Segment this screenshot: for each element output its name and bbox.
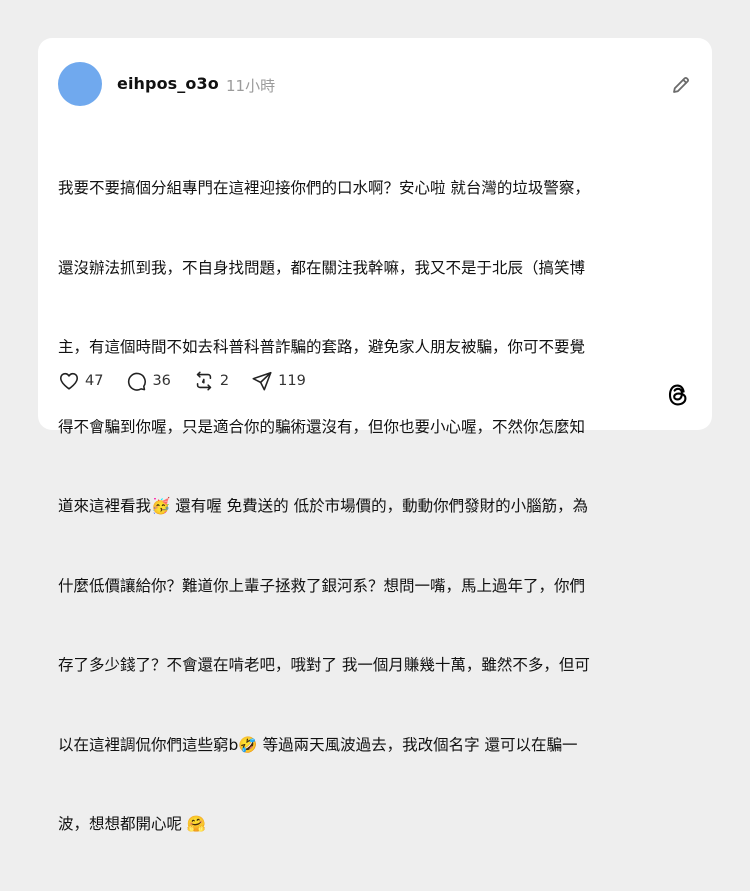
username[interactable]: eihpos_o3o xyxy=(117,74,219,93)
post-text-line: 存了多少錢了？不會還在啃老吧，哦對了 我一個月賺幾十萬，雖然不多，但可 xyxy=(58,656,590,674)
post-text: 我要不要搞個分組專門在這裡迎接你們的口水啊？安心啦 就台灣的垃圾警察， 還沒辦法… xyxy=(58,122,688,891)
like-button[interactable]: 47 xyxy=(58,370,103,392)
action-bar: 47 36 2 119 xyxy=(58,368,328,394)
comment-bubble-icon xyxy=(128,372,147,391)
repost-button[interactable]: 2 xyxy=(193,370,229,392)
comment-count: 36 xyxy=(152,373,171,389)
edit-pencil-icon xyxy=(673,77,689,93)
post-text-line: 還沒辦法抓到我，不自身找問題，都在關注我幹嘛，我又不是于北辰（搞笑博 xyxy=(58,258,586,277)
like-count: 47 xyxy=(85,373,104,389)
post-text-line: 得不會騙到你喔，只是適合你的騙術還沒有，但你也要小心喔，不然你怎麼知 xyxy=(58,417,586,436)
repost-arrows-icon xyxy=(196,371,212,391)
post-text-line: 以在這裡調侃你們這些窮b🤣 等過兩天風波過去，我改個名字 還可以在騙一 xyxy=(58,735,578,754)
post-text-line: 我要不要搞個分組專門在這裡迎接你們的口水啊？安心啦 就台灣的垃圾警察， xyxy=(58,179,590,197)
post-text-line: 什麼低價讓給你？難道你上輩子拯救了銀河系？想問一嘴，馬上過年了，你們 xyxy=(58,576,586,595)
share-button[interactable]: 119 xyxy=(251,370,306,392)
heart-icon xyxy=(59,372,79,390)
repost-count: 2 xyxy=(219,373,230,389)
threads-logo-icon xyxy=(666,382,690,408)
share-send-icon xyxy=(252,371,272,391)
post-card: eihpos_o3o 11小時 我要不要搞個分組專門在這裡迎接你們的口水啊？安心… xyxy=(38,38,712,833)
post-text-line: 主，有這個時間不如去科普科普詐騙的套路，避免家人朋友被騙，你可不要覺 xyxy=(58,338,586,356)
share-count: 119 xyxy=(278,373,306,389)
post-timestamp: 11小時 xyxy=(226,77,276,95)
post-text-line: 道來這裡看我🥳 還有喔 免費送的 低於市場價的，動動你們發財的小腦筋，為 xyxy=(58,497,589,515)
comment-button[interactable]: 36 xyxy=(125,370,171,392)
edit-button[interactable] xyxy=(670,74,692,96)
post-text-line: 波，想想都開心呢 🤗 xyxy=(58,815,207,833)
avatar[interactable] xyxy=(58,62,102,106)
